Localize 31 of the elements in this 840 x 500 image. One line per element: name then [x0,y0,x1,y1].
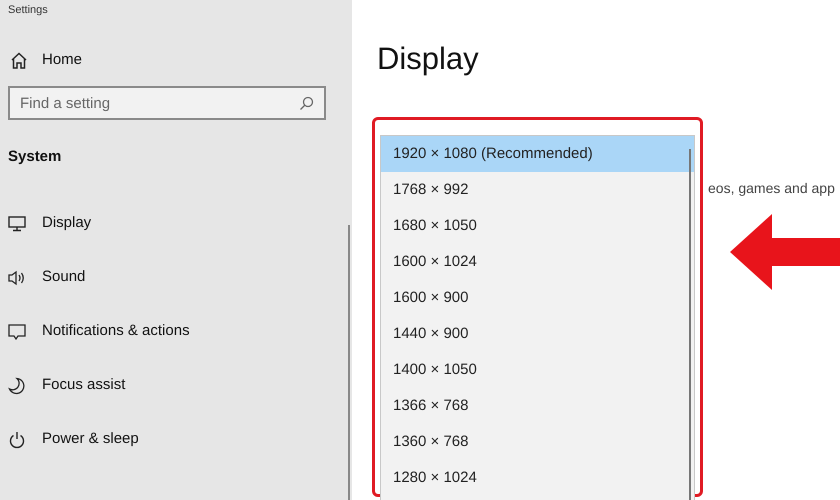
section-heading: System [8,148,62,165]
sidebar-item[interactable]: Sound [8,250,344,304]
dropdown-option[interactable]: 1280 × 1024 [381,460,694,496]
speaker-icon [8,268,26,286]
dropdown-option[interactable]: 1600 × 1024 [381,244,694,280]
sidebar-item[interactable]: Power & sleep [8,412,344,466]
dropdown-option[interactable]: 1920 × 1080 (Recommended) [381,136,694,172]
dropdown-option[interactable]: 1768 × 992 [381,172,694,208]
search-field[interactable]: Find a setting [8,86,326,120]
home-icon [10,52,28,68]
dropdown-option[interactable]: 1366 × 768 [381,388,694,424]
sidebar-item[interactable]: Focus assist [8,358,344,412]
moon-icon [8,376,26,394]
dropdown-option[interactable]: 1440 × 900 [381,316,694,352]
speech-bubble-icon [8,322,26,340]
dropdown-option[interactable]: 1360 × 768 [381,424,694,460]
description-text: eos, games and app [708,179,835,198]
dropdown-option[interactable]: 1600 × 900 [381,280,694,316]
home-link[interactable]: Home [8,40,344,80]
page-title: Display [377,40,480,78]
scrollbar[interactable] [689,149,691,500]
window-title: Settings [8,4,48,16]
sidebar-item[interactable]: Display [8,196,344,250]
dropdown-option[interactable]: 1680 × 1050 [381,208,694,244]
arrow-icon [730,214,840,290]
power-icon [8,430,26,448]
dropdown-option[interactable]: 1400 × 1050 [381,352,694,388]
monitor-icon [8,214,26,232]
scrollbar[interactable] [348,225,350,500]
search-icon [299,96,314,111]
sidebar-item[interactable]: Notifications & actions [8,304,344,358]
